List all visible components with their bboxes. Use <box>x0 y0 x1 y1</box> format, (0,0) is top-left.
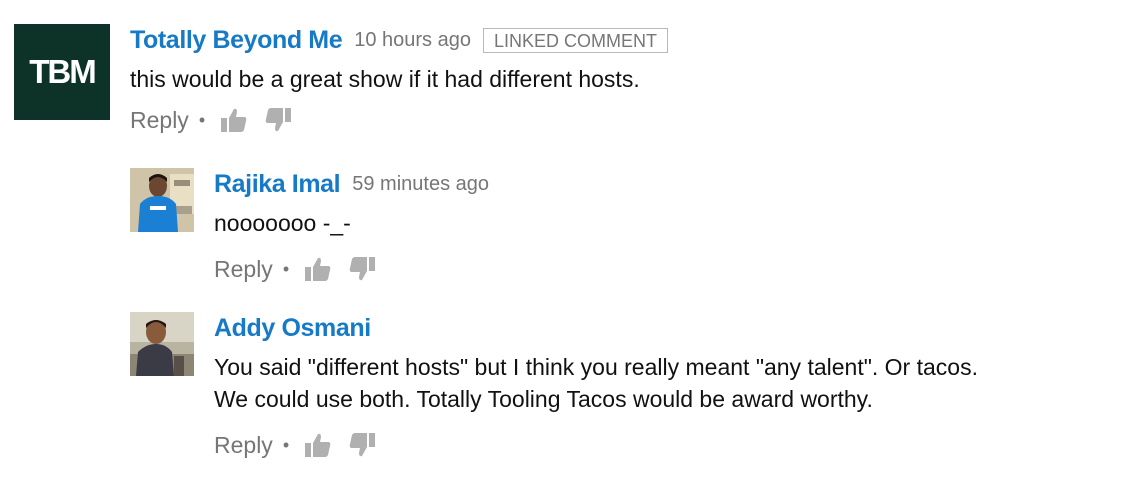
comment-text-line: nooooooo -_- <box>214 210 351 236</box>
author-name-link[interactable]: Rajika Imal <box>214 170 341 199</box>
reply-button[interactable]: Reply <box>130 107 189 134</box>
comment-actions: Reply • <box>214 429 978 461</box>
separator-dot: • <box>198 109 206 130</box>
timestamp-link[interactable]: 59 minutes ago <box>352 173 489 196</box>
timestamp-link[interactable]: 10 hours ago <box>354 29 471 52</box>
comment-header: Totally Beyond Me 10 hours ago LINKED CO… <box>130 24 668 56</box>
thumbs-up-icon[interactable] <box>303 254 333 284</box>
comment-header: Addy Osmani <box>214 312 978 344</box>
author-name-link[interactable]: Totally Beyond Me <box>130 26 343 55</box>
avatar[interactable]: TBM <box>14 24 110 120</box>
comment-rajika-imal: Rajika Imal 59 minutes ago nooooooo -_- … <box>130 168 1110 288</box>
comment-actions: Reply • <box>130 104 668 136</box>
reply-button[interactable]: Reply <box>214 432 273 459</box>
author-name-link[interactable]: Addy Osmani <box>214 314 371 343</box>
avatar[interactable] <box>130 168 194 232</box>
separator-dot: • <box>282 258 290 279</box>
comment-text: You said "different hosts" but I think y… <box>214 351 978 415</box>
comment-text: this would be a great show if it had dif… <box>130 63 668 95</box>
comment-text-line: You said "different hosts" but I think y… <box>214 354 978 380</box>
comment-actions: Reply • <box>214 253 489 285</box>
thumbs-up-icon[interactable] <box>219 105 249 135</box>
comment-header: Rajika Imal 59 minutes ago <box>214 168 489 200</box>
reply-button[interactable]: Reply <box>214 256 273 283</box>
avatar[interactable] <box>130 312 194 376</box>
thumbs-down-icon[interactable] <box>347 430 377 460</box>
thumbs-up-icon[interactable] <box>303 430 333 460</box>
linked-comment-badge: LINKED COMMENT <box>482 27 668 53</box>
thumbs-down-icon[interactable] <box>263 105 293 135</box>
comment-totally-beyond-me: TBM Totally Beyond Me 10 hours ago LINKE… <box>14 24 1114 154</box>
avatar-initials: TBM <box>29 53 96 90</box>
comment-text-line: We could use both. Totally Tooling Tacos… <box>214 386 873 412</box>
separator-dot: • <box>282 434 290 455</box>
comment-text: nooooooo -_- <box>214 207 489 239</box>
comment-text-line: this would be a great show if it had dif… <box>130 66 640 92</box>
thumbs-down-icon[interactable] <box>347 254 377 284</box>
comment-addy-osmani: Addy Osmani You said "different hosts" b… <box>130 312 1110 472</box>
